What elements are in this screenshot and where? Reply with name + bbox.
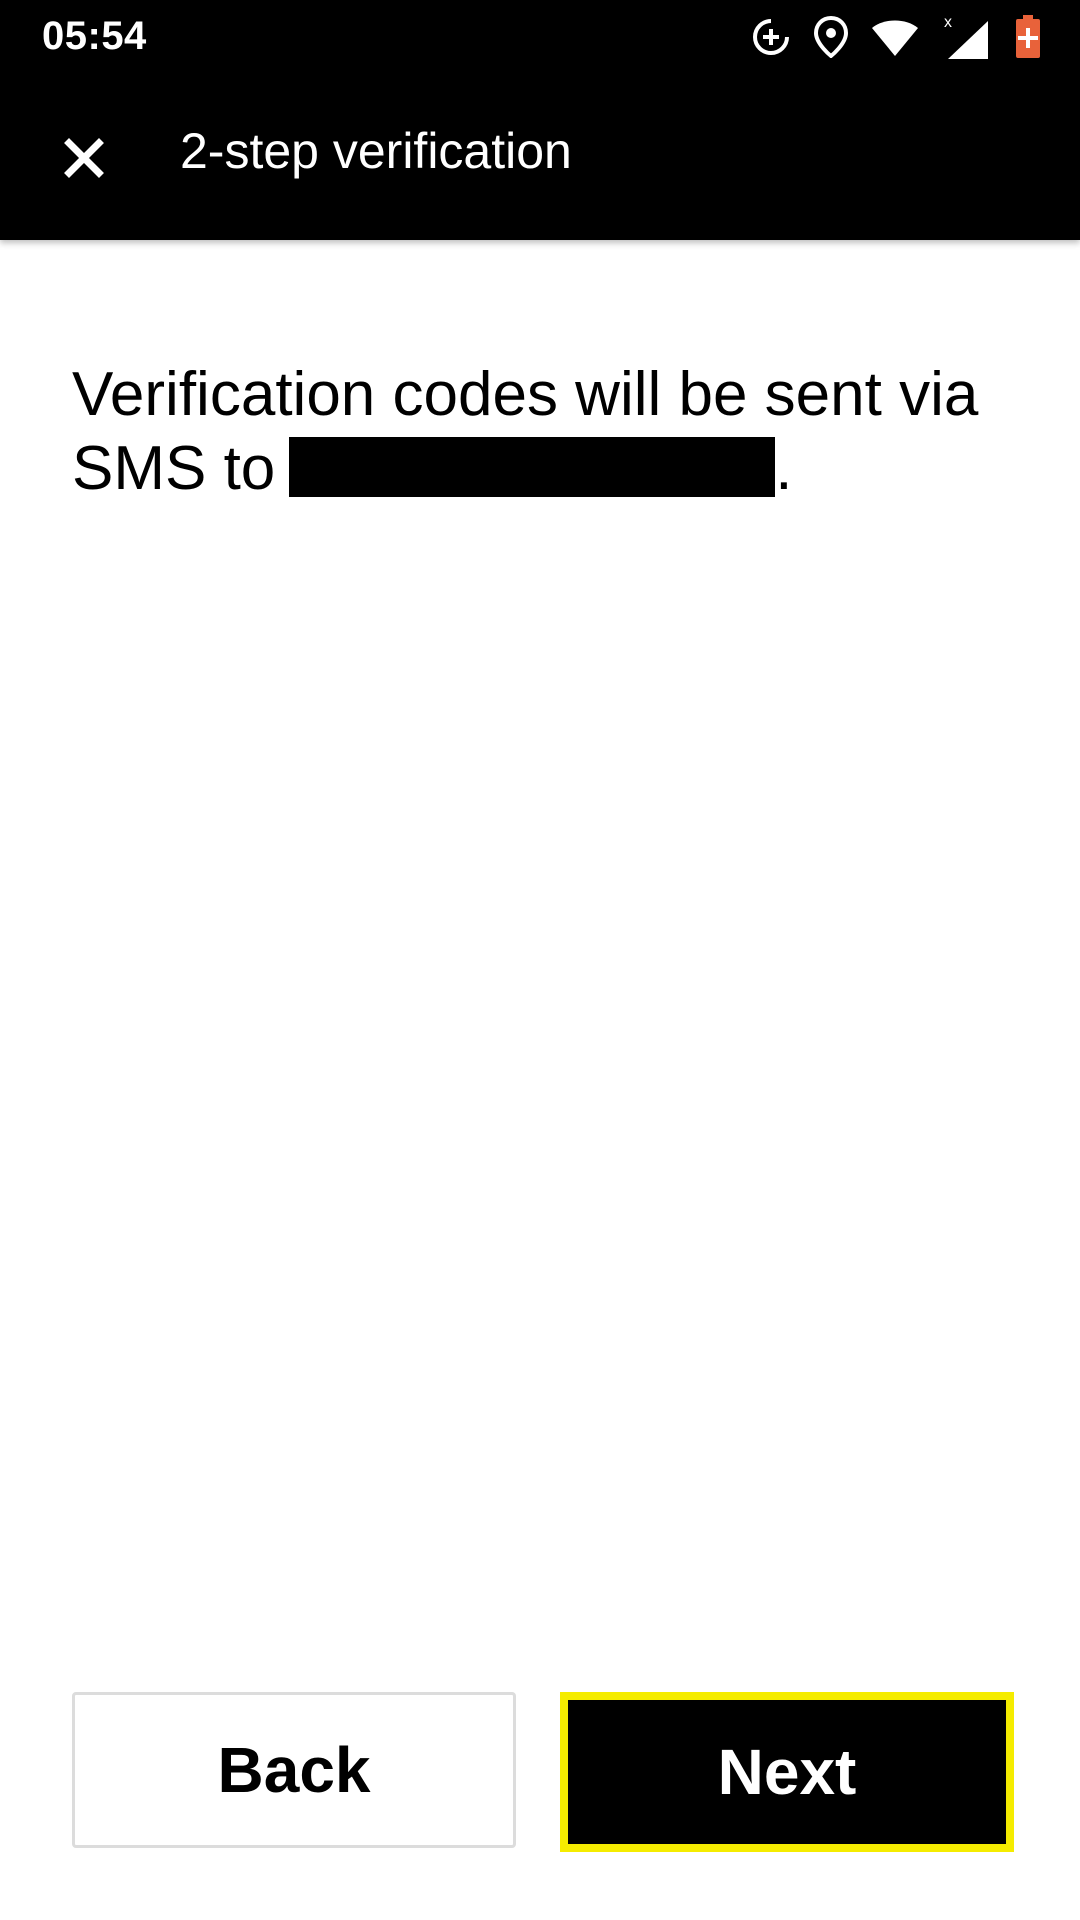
status-bar: 05:54 x (0, 0, 1080, 74)
status-icons: x (750, 10, 1042, 64)
message-suffix: . (775, 434, 793, 503)
back-button[interactable]: Back (72, 1692, 516, 1848)
content: Verification codes will be sent via SMS … (72, 358, 1012, 506)
app-bar: 2-step verification (0, 74, 1080, 240)
status-time: 05:54 (42, 14, 147, 58)
close-button[interactable] (44, 118, 124, 198)
data-saver-icon (750, 16, 792, 58)
cell-signal-icon: x (942, 13, 992, 61)
page-title: 2-step verification (180, 123, 572, 179)
wifi-icon (870, 16, 920, 58)
next-button[interactable]: Next (560, 1692, 1014, 1852)
verification-message: Verification codes will be sent via SMS … (72, 358, 1012, 506)
location-icon (814, 16, 848, 58)
svg-text:x: x (944, 14, 952, 31)
redacted-phone-number (289, 437, 776, 497)
close-icon (64, 138, 104, 178)
battery-charging-icon (1014, 14, 1042, 60)
